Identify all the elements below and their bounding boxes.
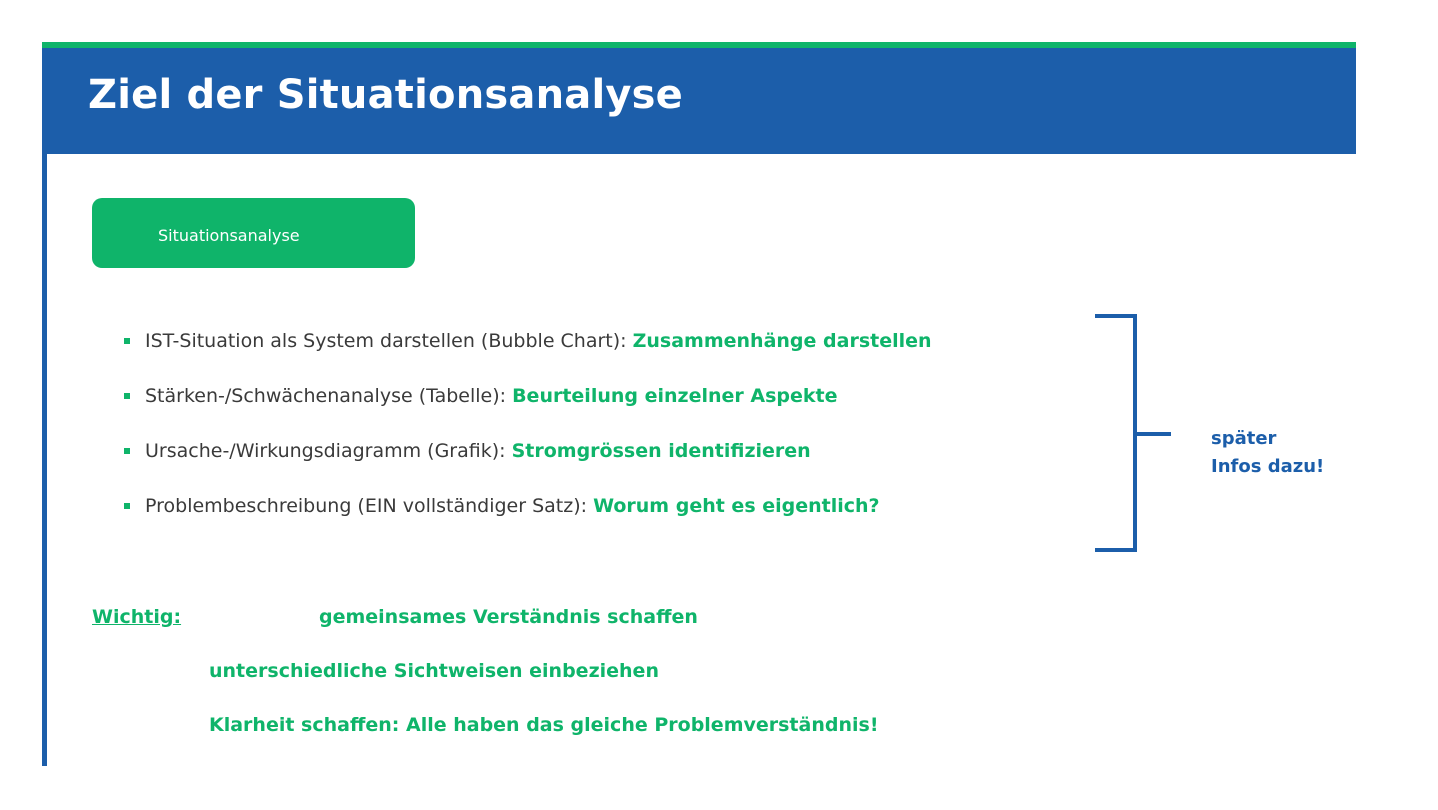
important-label: Wichtig: xyxy=(92,606,182,628)
bullet-description: IST-Situation als System darstellen (Bub… xyxy=(145,330,633,352)
bullet-highlight: Beurteilung einzelner Aspekte xyxy=(512,385,838,407)
bullet-highlight: Zusammenhänge darstellen xyxy=(632,330,932,352)
section-badge: Situationsanalyse xyxy=(92,198,415,268)
important-point: Klarheit schaffen: Alle haben das gleich… xyxy=(209,714,879,736)
bullet-text: Problembeschreibung (EIN vollständiger S… xyxy=(145,495,880,517)
bracket-note: später Infos dazu! xyxy=(1211,428,1325,477)
bullet-text: IST-Situation als System darstellen (Bub… xyxy=(145,330,932,352)
bullet-highlight: Stromgrössen identifizieren xyxy=(511,440,811,462)
bullet-text: Stärken-/Schwächenanalyse (Tabelle): Beu… xyxy=(145,385,838,407)
slide-title: Ziel der Situationsanalyse xyxy=(88,72,683,118)
square-bullet-icon xyxy=(124,448,130,454)
square-bullet-icon xyxy=(124,503,130,509)
square-bullet-icon xyxy=(124,338,130,344)
slide-header: Ziel der Situationsanalyse xyxy=(42,48,1356,154)
bullet-description: Ursache-/Wirkungsdiagramm (Grafik): xyxy=(145,440,512,462)
right-bracket-icon xyxy=(1095,314,1171,552)
square-bullet-icon xyxy=(124,393,130,399)
left-accent-rule xyxy=(42,154,47,766)
bullet-highlight: Worum geht es eigentlich? xyxy=(593,495,880,517)
slide: Ziel der Situationsanalyse Situationsana… xyxy=(0,0,1438,810)
important-point: unterschiedliche Sichtweisen einbeziehen xyxy=(209,660,659,682)
bullet-description: Problembeschreibung (EIN vollständiger S… xyxy=(145,495,594,517)
bullet-text: Ursache-/Wirkungsdiagramm (Grafik): Stro… xyxy=(145,440,811,462)
bullet-description: Stärken-/Schwächenanalyse (Tabelle): xyxy=(145,385,513,407)
important-point: gemeinsames Verständnis schaffen xyxy=(319,606,698,628)
